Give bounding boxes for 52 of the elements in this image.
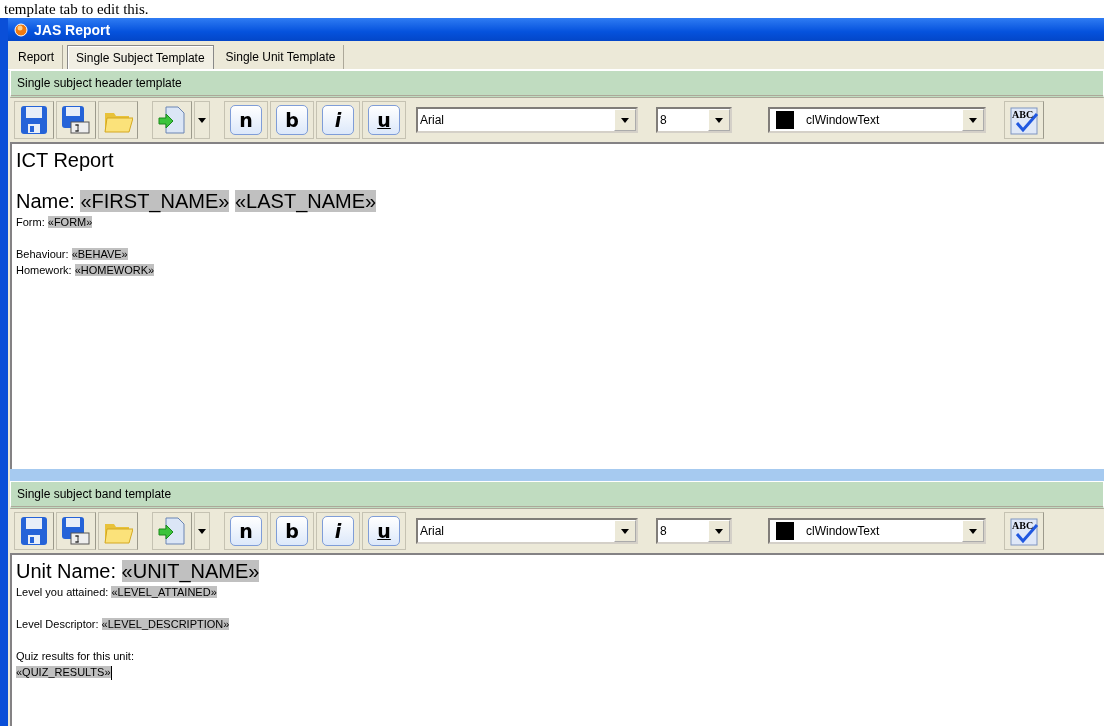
font-size-dropdown[interactable]: 8 [656, 518, 732, 544]
text-editor[interactable]: ICT Report Name: «FIRST_NAME» «LAST_NAME» Form: «FORM» Behaviour: «BEHAVE» Homework: «HOMEWORK» [10, 144, 1104, 469]
caret-icon [714, 116, 724, 124]
font-size-dropdown[interactable]: 8 [656, 107, 732, 133]
text-style-button[interactable]: n [224, 101, 268, 139]
color-dropdown[interactable]: clWindowText [768, 107, 986, 133]
save-as-button[interactable] [56, 512, 96, 550]
text-style-button[interactable]: i [316, 101, 360, 139]
text-style-button[interactable]: n [224, 512, 268, 550]
text-line: Form: «FORM» [16, 215, 93, 230]
caret-icon [197, 527, 207, 535]
window-title: JAS Report [34, 21, 111, 38]
caret-icon [620, 527, 630, 535]
tab[interactable]: Single Subject Template [67, 45, 214, 69]
text-line: Homework: «HOMEWORK» [16, 263, 155, 278]
text-line: Level Descriptor: «LEVEL_DESCRIPTION» [16, 617, 230, 632]
text-cursor [110, 666, 112, 681]
text-line: Unit Name: «UNIT_NAME» [16, 559, 260, 584]
caret-icon [197, 116, 207, 124]
text-style-button[interactable]: b [270, 512, 314, 550]
text-style-button[interactable]: u [362, 101, 406, 139]
text-line: ICT Report [16, 148, 114, 173]
save-as-button[interactable] [56, 101, 96, 139]
panel-header: Single subject header template [10, 70, 1104, 98]
caret-icon [968, 527, 978, 535]
color-swatch [776, 111, 794, 129]
document-arrow-icon [158, 105, 186, 135]
color-swatch [776, 522, 794, 540]
text-style-button[interactable]: b [270, 101, 314, 139]
color-dropdown[interactable]: clWindowText [768, 518, 986, 544]
caption-text: template tab to edit this. [3, 0, 150, 18]
text-style-button[interactable]: u [362, 512, 406, 550]
panel-header: Single subject band template [10, 481, 1104, 509]
app-icon [14, 22, 28, 37]
document-arrow-icon [158, 516, 186, 546]
text-line: Behaviour: «BEHAVE» [16, 247, 128, 262]
text-line: Quiz results for this unit: [16, 649, 134, 664]
caret-icon [714, 527, 724, 535]
save-button[interactable] [14, 512, 54, 550]
dropdown-button[interactable] [194, 101, 210, 139]
text-editor[interactable]: Unit Name: «UNIT_NAME» Level you attained: «LEVEL_ATTAINED» Level Descriptor: «LEVEL_DESCRIPTION» Quiz results for this unit: «QUIZ_RESULTS» [10, 555, 1104, 726]
caret-icon [620, 116, 630, 124]
font-dropdown[interactable]: Arial [416, 107, 638, 133]
text-line: Level you attained: «LEVEL_ATTAINED» [16, 585, 217, 600]
text-line: Name: «FIRST_NAME» «LAST_NAME» [16, 189, 377, 214]
save-button[interactable] [14, 101, 54, 139]
text-style-button[interactable]: i [316, 512, 360, 550]
floppy-disk-text-icon [61, 105, 91, 135]
font-dropdown[interactable]: Arial [416, 518, 638, 544]
dropdown-button[interactable] [194, 512, 210, 550]
floppy-disk-text-icon [61, 516, 91, 546]
caret-icon [968, 116, 978, 124]
